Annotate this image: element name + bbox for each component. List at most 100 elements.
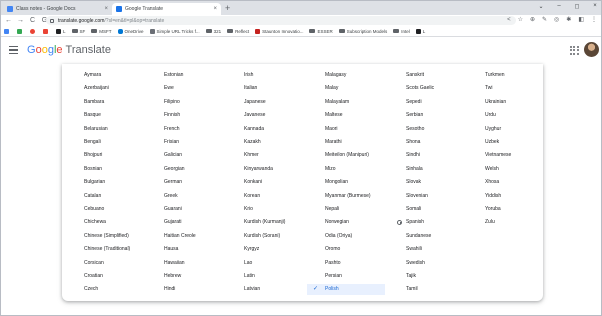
address-bar[interactable]: translate.google.com /?sl=en&tl=pl&op=tr… (46, 16, 516, 25)
reload-button[interactable]: C (28, 16, 37, 25)
pen-icon[interactable]: ✎ (542, 16, 547, 25)
bookmark-item[interactable]: Simple URL Tricks f... (149, 28, 200, 34)
language-option[interactable]: Georgian (164, 164, 185, 175)
language-option[interactable]: Persian (325, 271, 342, 282)
language-option[interactable]: Scots Gaelic (406, 83, 434, 94)
language-option[interactable]: Krio (244, 204, 253, 215)
language-option[interactable]: Croatian (84, 271, 103, 282)
language-option[interactable]: French (164, 124, 180, 135)
language-option[interactable]: Bhojpuri (84, 150, 102, 161)
language-option[interactable]: Bulgarian (84, 177, 105, 188)
language-option[interactable]: Gujarati (164, 217, 182, 228)
language-option[interactable]: Nepali (325, 204, 339, 215)
language-option[interactable]: Swedish (406, 258, 425, 269)
language-option[interactable]: Latvian (244, 284, 260, 295)
tab-google-translate[interactable]: Google Translate × (112, 3, 221, 15)
language-option[interactable]: Myanmar (Burmese) (325, 191, 371, 202)
language-option[interactable]: Maltese (325, 110, 343, 121)
tab-search-icon[interactable]: ⌄ (537, 3, 545, 10)
language-option[interactable]: Haitian Creole (164, 231, 196, 242)
bookmark-red[interactable] (43, 28, 50, 34)
language-option[interactable]: Pashto (325, 258, 341, 269)
google-translate-logo[interactable]: Google Translate (27, 43, 111, 57)
bookmark-item[interactable]: OneDrive (117, 28, 144, 34)
language-option[interactable]: Sinhala (406, 164, 423, 175)
language-option[interactable]: Bosnian (84, 164, 102, 175)
language-option[interactable]: Sepedi (406, 97, 422, 108)
language-option[interactable]: Javanese (244, 110, 265, 121)
language-option[interactable]: Japanese (244, 97, 266, 108)
bookmark-folder[interactable]: Subscription Models (338, 29, 387, 34)
language-option[interactable]: Basque (84, 110, 101, 121)
language-option[interactable]: Belarusian (84, 124, 108, 135)
lock-icon[interactable] (50, 18, 54, 23)
language-option[interactable]: Meiteilon (Manipuri) (325, 150, 369, 161)
language-option[interactable]: Bengali (84, 137, 101, 148)
minimize-button[interactable]: – (555, 3, 563, 10)
language-option[interactable]: Slovak (406, 177, 421, 188)
language-option[interactable]: Mongolian (325, 177, 348, 188)
language-option[interactable]: Swahili (406, 244, 422, 255)
language-option[interactable]: Kurdish (Kurmanji) (244, 217, 285, 228)
google-apps-icon[interactable] (570, 46, 579, 55)
language-option[interactable]: Sesotho (406, 124, 424, 135)
language-option[interactable]: Malagasy (325, 70, 346, 81)
language-option[interactable]: Irish (244, 70, 253, 81)
language-option[interactable]: Czech (84, 284, 98, 295)
tab-close-icon[interactable]: × (213, 6, 217, 12)
bookmark-drive[interactable] (17, 28, 24, 34)
extensions-icon[interactable]: ⊕ (530, 16, 535, 25)
language-option[interactable]: Lao (244, 258, 252, 269)
language-option[interactable]: Kazakh (244, 137, 261, 148)
language-option[interactable]: Oromo (325, 244, 340, 255)
language-option[interactable]: Kurdish (Sorani) (244, 231, 280, 242)
bookmark-apps[interactable] (4, 28, 11, 34)
language-option[interactable]: Sundanese (406, 231, 431, 242)
language-option[interactable]: Mizo (325, 164, 336, 175)
language-option[interactable]: Ukrainian (485, 97, 506, 108)
language-option[interactable]: Serbian (406, 110, 423, 121)
language-option[interactable]: Bambara (84, 97, 104, 108)
maximize-button[interactable]: ◻ (573, 3, 581, 10)
language-option[interactable]: Slovenian (406, 191, 428, 202)
bookmark-folder[interactable]: Reflect (227, 29, 249, 34)
language-option[interactable]: Galician (164, 150, 182, 161)
language-option[interactable]: Twi (485, 83, 493, 94)
bookmark-item[interactable]: Staunton Innovatio... (255, 28, 303, 34)
language-option[interactable]: Kinyarwanda (244, 164, 273, 175)
language-option[interactable]: Sindhi (406, 150, 420, 161)
language-option[interactable]: Kannada (244, 124, 264, 135)
language-option[interactable]: Spanish (406, 217, 424, 228)
language-option[interactable]: Chichewa (84, 217, 106, 228)
language-option[interactable]: Ewe (164, 83, 174, 94)
language-option[interactable]: Hausa (164, 244, 178, 255)
kebab-menu-icon[interactable]: ⋮ (591, 16, 597, 25)
avatar[interactable] (584, 42, 599, 57)
language-option[interactable]: Uyghur (485, 124, 501, 135)
language-option[interactable]: Urdu (485, 110, 496, 121)
language-option[interactable]: German (164, 177, 182, 188)
bookmark-folder[interactable]: ESSER (309, 29, 333, 34)
close-window-button[interactable]: × (591, 3, 599, 10)
language-option[interactable]: Sanskrit (406, 70, 424, 81)
main-menu-icon[interactable] (9, 46, 18, 56)
language-option[interactable]: Hawaiian (164, 258, 185, 269)
language-option[interactable]: Corsican (84, 258, 104, 269)
language-option[interactable]: Chinese (Simplified) (84, 231, 129, 242)
language-option[interactable]: Konkani (244, 177, 262, 188)
language-option[interactable]: Norwegian (325, 217, 349, 228)
language-option[interactable]: Filipino (164, 97, 180, 108)
language-option[interactable]: Malayalam (325, 97, 349, 108)
language-option[interactable]: Cebuano (84, 204, 104, 215)
language-option[interactable]: Xhosa (485, 177, 499, 188)
language-option[interactable]: Yoruba (485, 204, 501, 215)
puzzle-icon[interactable]: ✱ (566, 16, 571, 25)
language-option[interactable]: Turkmen (485, 70, 505, 81)
language-option[interactable]: Vietnamese (485, 150, 511, 161)
forward-button[interactable]: → (16, 16, 25, 25)
language-option[interactable]: Guarani (164, 204, 182, 215)
language-option[interactable]: Kyrgyz (244, 244, 259, 255)
back-button[interactable]: ← (4, 16, 13, 25)
language-option[interactable]: Marathi (325, 137, 342, 148)
language-option[interactable]: Catalan (84, 191, 101, 202)
